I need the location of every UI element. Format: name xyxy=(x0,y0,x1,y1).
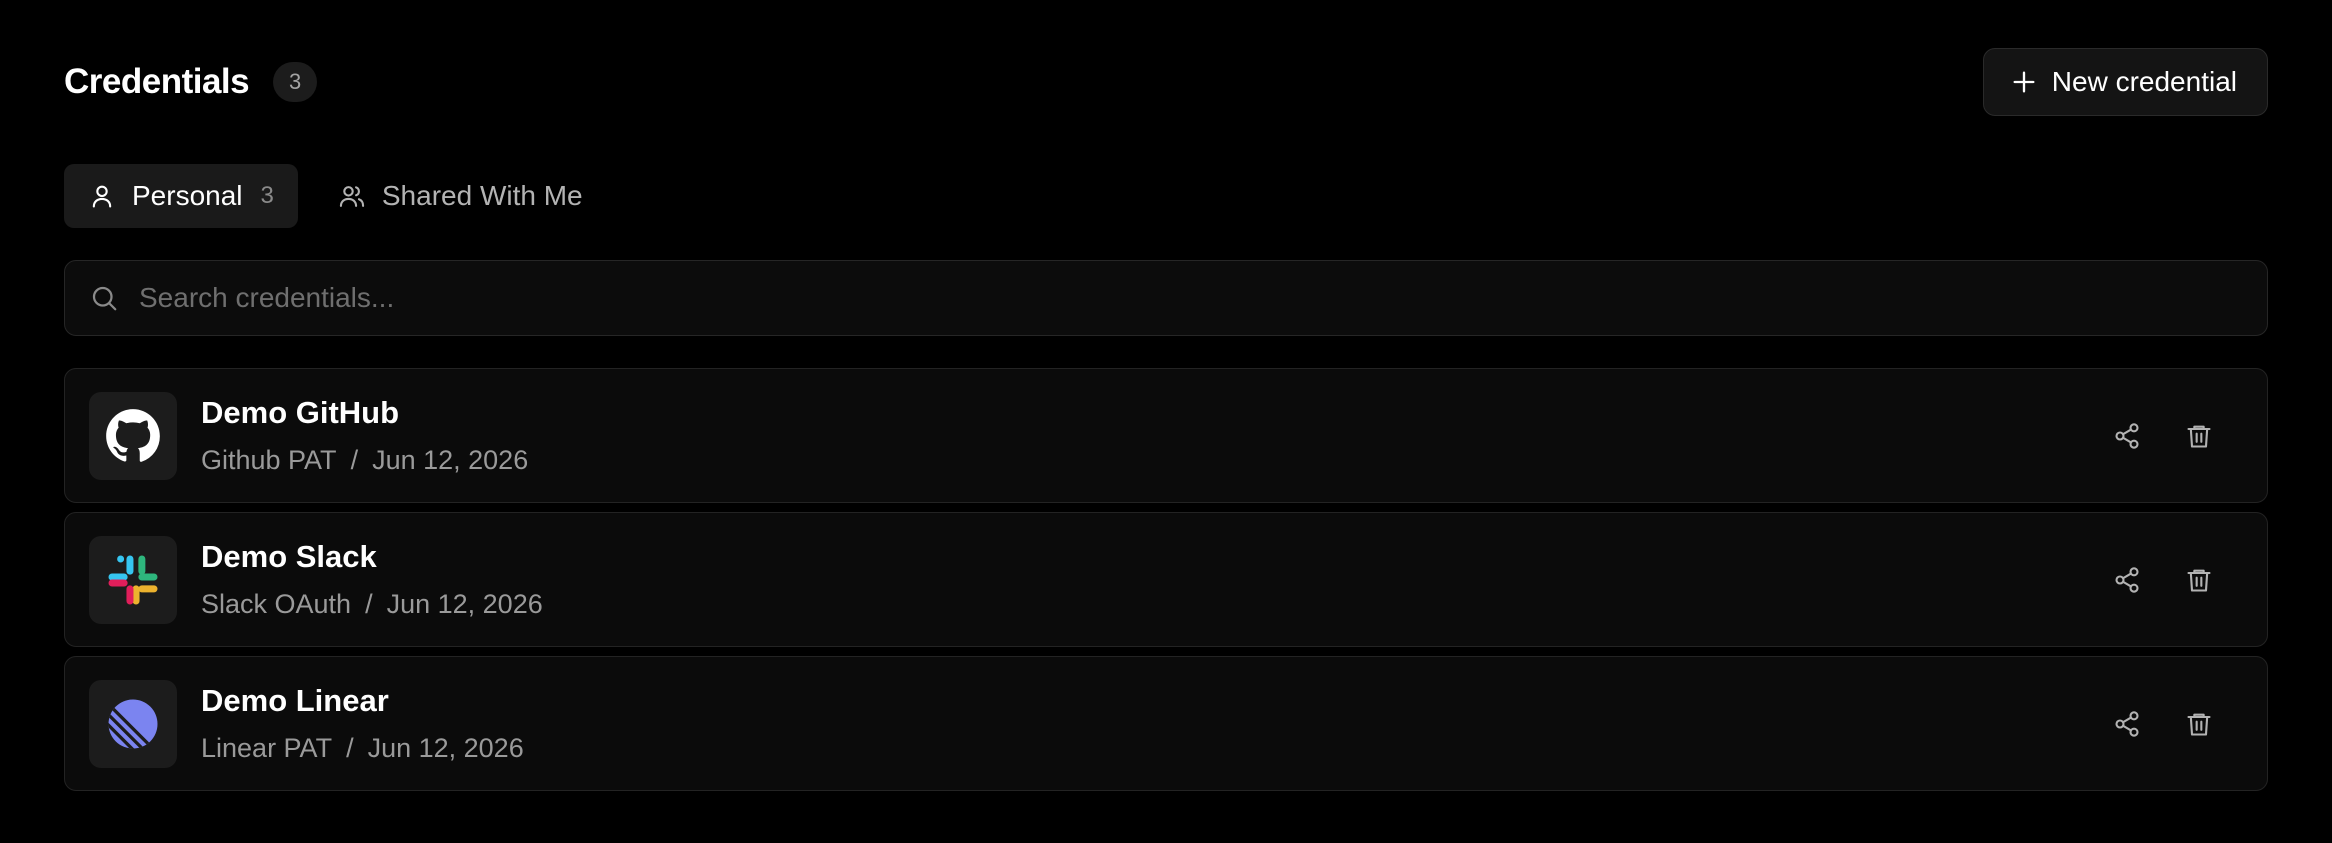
delete-button[interactable] xyxy=(2185,707,2213,741)
search-icon xyxy=(92,286,117,311)
users-icon xyxy=(339,186,365,207)
meta-separator: / xyxy=(365,589,373,619)
credential-text: Demo GitHub Github PAT / Jun 12, 2026 xyxy=(201,395,2113,476)
credential-logo xyxy=(89,535,177,624)
share-icon xyxy=(2115,566,2139,593)
title-group: Credentials 3 xyxy=(64,62,318,102)
credential-date: Jun 12, 2026 xyxy=(372,445,529,475)
new-credential-button[interactable]: New credential xyxy=(1982,48,2268,116)
github-logo-icon xyxy=(106,408,160,462)
credential-type: Github PAT xyxy=(201,445,337,475)
share-icon xyxy=(2115,710,2139,737)
meta-separator: / xyxy=(350,445,359,475)
tab-bar: Personal 3 Shared With Me xyxy=(64,164,607,228)
credential-text: Demo Linear Linear PAT / Jun 12, 2026 xyxy=(201,683,2113,764)
tab-personal[interactable]: Personal 3 xyxy=(64,164,298,228)
credential-row[interactable]: Demo GitHub Github PAT / Jun 12, 2026 xyxy=(64,368,2268,503)
credential-meta: Linear PAT / Jun 12, 2026 xyxy=(201,733,2113,764)
tab-shared-with-me[interactable]: Shared With Me xyxy=(314,164,607,228)
row-actions xyxy=(2113,419,2213,453)
credential-logo xyxy=(89,679,177,768)
trash-icon xyxy=(2187,569,2211,592)
credential-text: Demo Slack Slack OAuth / Jun 12, 2026 xyxy=(201,539,2113,620)
trash-icon xyxy=(2187,425,2211,448)
credentials-page: Credentials 3 New credential Personal 3 xyxy=(0,0,2332,843)
new-credential-label: New credential xyxy=(2051,66,2237,97)
tab-personal-count: 3 xyxy=(260,182,274,209)
row-actions xyxy=(2113,563,2213,597)
share-icon xyxy=(2115,422,2139,449)
share-button[interactable] xyxy=(2113,563,2141,597)
credential-date: Jun 12, 2026 xyxy=(367,733,524,763)
credential-name: Demo Slack xyxy=(201,539,377,574)
share-button[interactable] xyxy=(2113,419,2141,453)
page-header: Credentials 3 New credential xyxy=(64,47,2268,117)
credential-name: Demo GitHub xyxy=(201,395,400,430)
row-actions xyxy=(2113,707,2213,741)
credential-row[interactable]: Demo Slack Slack OAuth / Jun 12, 2026 xyxy=(64,512,2268,647)
user-icon xyxy=(92,185,112,208)
credentials-count-badge: 3 xyxy=(273,62,318,102)
delete-button[interactable] xyxy=(2185,419,2213,453)
credential-row[interactable]: Demo Linear Linear PAT / Jun 12, 2026 xyxy=(64,656,2268,791)
credential-meta: Slack OAuth / Jun 12, 2026 xyxy=(201,589,2113,620)
credential-date: Jun 12, 2026 xyxy=(386,589,543,619)
tab-personal-label: Personal xyxy=(132,180,243,211)
meta-separator: / xyxy=(346,733,354,763)
credentials-list: Demo GitHub Github PAT / Jun 12, 2026 De… xyxy=(64,368,2268,791)
credential-name: Demo Linear xyxy=(201,683,389,718)
search-bar xyxy=(64,260,2268,336)
plus-icon xyxy=(2013,71,2035,93)
linear-logo-icon xyxy=(108,699,158,748)
share-button[interactable] xyxy=(2113,707,2141,741)
credential-type: Linear PAT xyxy=(201,733,333,763)
page-title: Credentials xyxy=(64,62,250,101)
delete-button[interactable] xyxy=(2185,563,2213,597)
slack-logo-icon xyxy=(108,555,158,604)
credential-type: Slack OAuth xyxy=(201,589,352,619)
credential-logo xyxy=(89,391,177,480)
tab-shared-label: Shared With Me xyxy=(381,180,583,211)
search-input[interactable] xyxy=(137,267,2243,329)
trash-icon xyxy=(2187,713,2211,736)
credential-meta: Github PAT / Jun 12, 2026 xyxy=(201,445,2113,476)
